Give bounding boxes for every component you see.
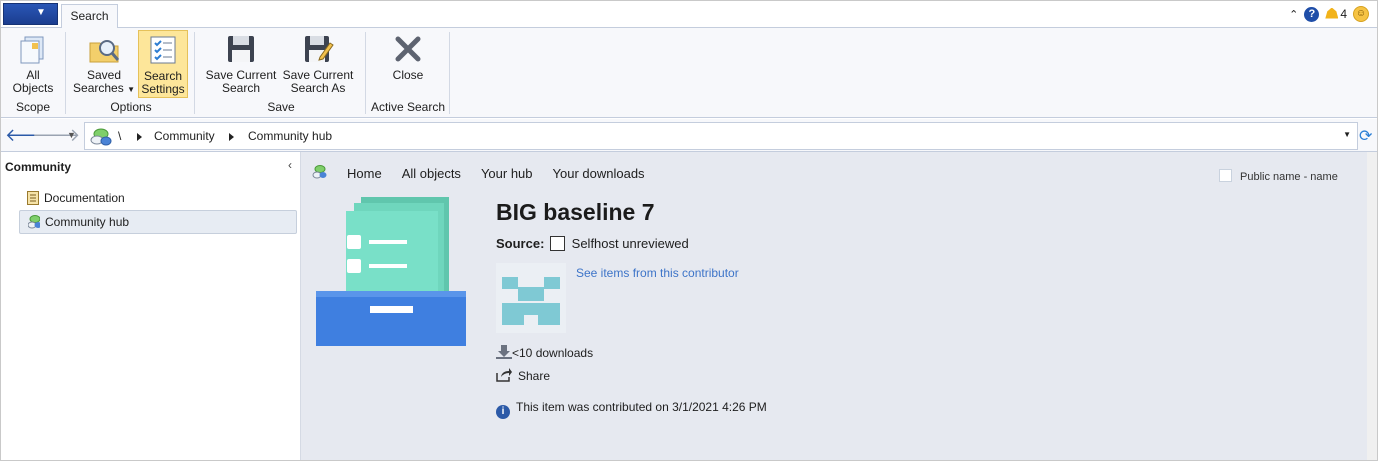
- source-label: Source:: [496, 236, 545, 251]
- all-objects-button[interactable]: All Objects: [9, 30, 57, 96]
- hub-small-icon: [312, 165, 327, 179]
- floppy-disk-pencil-icon: [302, 33, 334, 65]
- saved-searches-button[interactable]: Saved Searches ▼: [73, 30, 135, 96]
- feedback-smile-icon[interactable]: ☺: [1353, 6, 1369, 22]
- address-bar: 🡐 🡒 ▼ \ Community Community hub ▼ ⟳: [1, 119, 1377, 152]
- history-dropdown-icon[interactable]: ▼: [59, 124, 84, 146]
- title-right-icons: ⌃ ? 4 ☺: [1289, 4, 1369, 24]
- close-search-button[interactable]: Close: [381, 30, 435, 96]
- share-icon: [496, 368, 512, 382]
- group-separator: [449, 32, 450, 114]
- community-hub-icon: [28, 215, 40, 229]
- objects-icon: [17, 33, 49, 65]
- share-button[interactable]: Share: [496, 368, 550, 383]
- floppy-disk-icon: [225, 33, 257, 65]
- chevron-down-icon: ▼: [36, 7, 46, 18]
- back-arrow-icon[interactable]: 🡐: [5, 124, 53, 146]
- tree-item-documentation[interactable]: Documentation: [19, 187, 295, 209]
- item-type-illustration-icon: [316, 197, 466, 346]
- saved-search-folder-icon: [88, 33, 120, 65]
- forward-arrow-icon[interactable]: 🡒: [32, 124, 80, 146]
- refresh-icon[interactable]: ⟳: [1359, 126, 1372, 146]
- nav-your-hub-link[interactable]: Your hub: [481, 166, 533, 181]
- group-separator: [65, 32, 66, 114]
- search-settings-checklist-icon: [147, 34, 179, 66]
- nav-your-downloads-link[interactable]: Your downloads: [553, 166, 645, 181]
- group-save-label: Save: [267, 100, 295, 114]
- group-scope-label: Scope: [15, 100, 51, 114]
- navigation-pane-title: Community: [5, 160, 71, 174]
- downloads-text: <10 downloads: [512, 346, 594, 360]
- see-contributor-items-link[interactable]: See items from this contributor: [576, 266, 739, 280]
- group-active-search-label: Active Search: [370, 100, 446, 114]
- close-x-icon: [392, 33, 424, 65]
- collapse-pane-icon[interactable]: ‹: [288, 158, 292, 172]
- group-options-label: Options: [110, 100, 152, 114]
- contribution-info: i This item was contributed on 3/1/2021 4…: [496, 400, 767, 419]
- breadcrumb-community[interactable]: Community: [154, 129, 215, 143]
- nav-home-link[interactable]: Home: [347, 166, 382, 181]
- nav-all-objects-link[interactable]: All objects: [402, 166, 461, 181]
- source-checkbox[interactable]: [550, 236, 566, 251]
- save-current-search-button[interactable]: Save Current Search: [204, 30, 278, 96]
- navigation-pane: Community ‹ Documentation Community hub: [1, 152, 301, 460]
- close-label: Close: [392, 68, 424, 82]
- file-menu-button[interactable]: ▼: [3, 3, 58, 25]
- tree-item-label: Community hub: [45, 215, 130, 229]
- info-icon: i: [496, 405, 510, 419]
- app-window: ▼ Search ⌃ ? 4 ☺ All Objects Scope Saved…: [0, 0, 1378, 461]
- community-icon: [90, 128, 112, 146]
- address-path[interactable]: \ Community Community hub ▼: [84, 122, 1358, 150]
- item-title: BIG baseline 7: [496, 199, 655, 225]
- share-label: Share: [518, 369, 551, 383]
- breadcrumb-arrow-icon[interactable]: [137, 133, 142, 141]
- notifications-count: 4: [1340, 7, 1347, 21]
- address-dropdown-icon[interactable]: ▼: [1343, 130, 1351, 139]
- contribution-info-text: This item was contributed on 3/1/2021 4:…: [516, 400, 767, 414]
- group-separator: [365, 32, 366, 114]
- save-current-search-as-button[interactable]: Save Current Search As: [281, 30, 355, 96]
- ribbon: All Objects Scope Saved Searches ▼ Searc…: [1, 28, 1377, 118]
- tree-item-label: Documentation: [44, 191, 125, 205]
- dropdown-arrow-icon: ▼: [127, 85, 135, 94]
- bell-icon: [1325, 7, 1339, 19]
- all-objects-label-2: Objects: [12, 81, 54, 95]
- item-source: Source: Selfhost unreviewed: [496, 236, 689, 251]
- search-settings-label-2: Settings: [141, 82, 185, 96]
- breadcrumb-arrow-icon[interactable]: [229, 133, 234, 141]
- ribbon-tab-row: ▼ Search ⌃ ? 4 ☺: [1, 1, 1377, 28]
- notifications[interactable]: 4: [1325, 7, 1347, 21]
- group-separator: [194, 32, 195, 114]
- save-current-as-label-2: Search As: [290, 81, 346, 95]
- collapse-ribbon-icon[interactable]: ⌃: [1289, 8, 1298, 21]
- breadcrumb-community-hub[interactable]: Community hub: [248, 129, 332, 143]
- public-name-label: Public name - name: [1240, 171, 1338, 183]
- source-value: Selfhost unreviewed: [571, 236, 689, 251]
- breadcrumb-root[interactable]: \: [118, 129, 121, 143]
- public-name-toggle[interactable]: Public name - name: [1219, 169, 1338, 183]
- help-icon[interactable]: ?: [1304, 6, 1320, 22]
- save-current-label-2: Search: [221, 81, 261, 95]
- vertical-scrollbar[interactable]: [1367, 152, 1377, 460]
- saved-searches-label-2: Searches ▼: [73, 81, 135, 95]
- search-settings-button[interactable]: Search Settings: [138, 30, 188, 98]
- tab-search[interactable]: Search: [61, 4, 118, 28]
- download-count: <10 downloads: [496, 345, 593, 360]
- public-name-checkbox[interactable]: [1219, 169, 1232, 182]
- document-icon: [27, 191, 39, 205]
- contributor-avatar[interactable]: [496, 263, 566, 333]
- hub-nav: Home All objects Your hub Your downloads: [347, 166, 645, 181]
- download-icon: [496, 345, 512, 359]
- tree-item-community-hub[interactable]: Community hub: [19, 210, 297, 234]
- content-pane: Home All objects Your hub Your downloads…: [301, 152, 1367, 460]
